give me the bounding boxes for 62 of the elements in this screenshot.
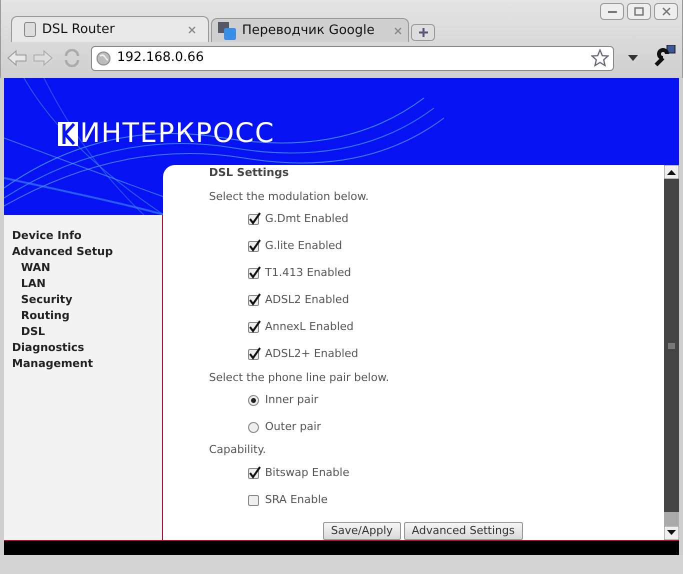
url-text: 192.168.0.66: [117, 49, 205, 68]
star-icon[interactable]: [591, 49, 609, 67]
new-tab-button[interactable]: [411, 24, 435, 41]
logo-text: ИНТЕРКРОСС: [80, 120, 275, 148]
option-label: Bitswap Enable: [265, 465, 350, 482]
nav-link[interactable]: DSL: [12, 324, 162, 340]
grip-icon: [668, 342, 675, 349]
checkbox[interactable]: [248, 349, 259, 360]
maximize-icon: [634, 7, 644, 16]
nav-link[interactable]: Routing: [12, 308, 162, 324]
dropdown-icon[interactable]: [628, 55, 638, 61]
logo-icon: [58, 122, 78, 146]
translate-icon: [218, 22, 236, 40]
section-title: DSL Settings: [209, 166, 290, 180]
checkbox[interactable]: [248, 495, 259, 506]
option-label: ADSL2 Enabled: [265, 292, 350, 308]
page-icon: [24, 22, 36, 37]
nav-link[interactable]: Device Info: [12, 228, 162, 244]
radio-button[interactable]: [248, 395, 259, 406]
browser-tab[interactable]: Переводчик Google: [211, 18, 409, 42]
nav-link[interactable]: Security: [12, 292, 162, 308]
checkbox[interactable]: [248, 468, 259, 480]
checkbox[interactable]: [248, 295, 259, 306]
checkbox[interactable]: [248, 241, 259, 252]
plus-icon: [418, 28, 428, 37]
option-label: ADSL2+ Enabled: [265, 346, 358, 362]
instruction-text: Select the phone line pair below.: [209, 371, 390, 386]
scroll-down-icon[interactable]: [664, 526, 679, 540]
form-button[interactable]: Advanced Settings: [404, 522, 523, 540]
browser-tab[interactable]: DSL Router: [11, 16, 209, 42]
nav-link[interactable]: LAN: [12, 276, 162, 292]
option-label: G.Dmt Enabled: [265, 211, 348, 228]
globe-icon: [96, 50, 111, 66]
form-button[interactable]: Save/Apply: [323, 522, 401, 540]
address-bar[interactable]: 192.168.0.66: [91, 46, 614, 70]
nav-link[interactable]: Management: [12, 356, 162, 372]
instruction-text: Select the modulation below.: [209, 190, 370, 204]
checkbox[interactable]: [248, 214, 259, 226]
checkbox[interactable]: [248, 268, 259, 280]
scrollbar[interactable]: [664, 165, 679, 540]
radio-button[interactable]: [248, 422, 259, 434]
option-label: Inner pair: [265, 392, 318, 408]
option-label: T1.413 Enabled: [265, 265, 352, 282]
tab-title: Переводчик Google: [242, 22, 376, 40]
nav-link[interactable]: Diagnostics: [12, 340, 162, 356]
option-label: SRA Enable: [265, 492, 328, 508]
scroll-up-icon[interactable]: [664, 165, 679, 180]
instruction-text: Capability.: [209, 443, 268, 458]
nav-link[interactable]: Advanced Setup: [12, 244, 162, 260]
nav-link[interactable]: WAN: [12, 260, 162, 276]
option-label: Outer pair: [265, 419, 322, 436]
maximize-button[interactable]: [627, 3, 651, 20]
scroll-track: [664, 512, 679, 526]
option-label: AnnexL Enabled: [265, 319, 354, 336]
minimize-icon: [608, 10, 616, 13]
minimize-button[interactable]: [600, 3, 624, 20]
option-label: G.lite Enabled: [265, 238, 342, 254]
close-icon: [662, 7, 670, 16]
close-tab-icon[interactable]: [188, 26, 196, 34]
close-button[interactable]: [654, 3, 678, 20]
tab-title: DSL Router: [42, 20, 116, 39]
checkbox[interactable]: [248, 322, 259, 334]
